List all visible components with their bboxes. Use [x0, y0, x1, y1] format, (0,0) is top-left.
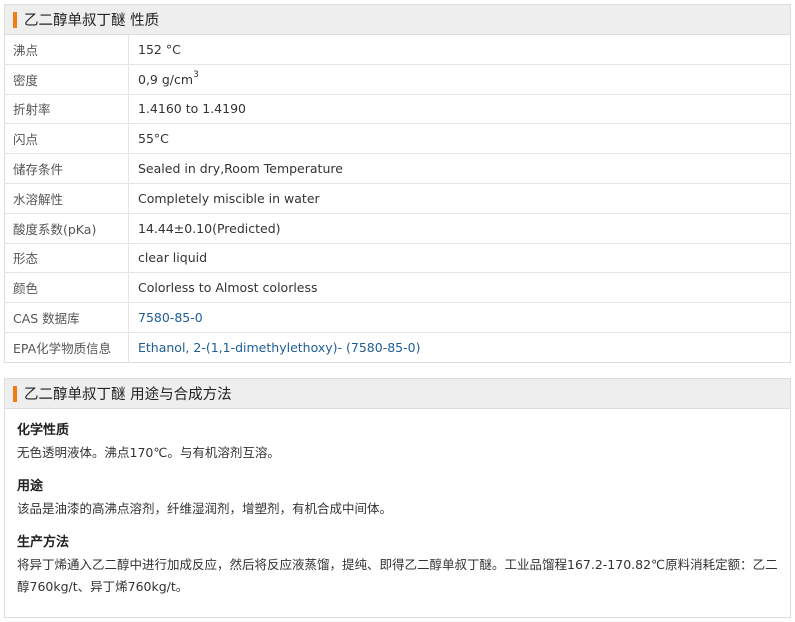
property-label: 颜色 — [5, 273, 129, 303]
block-heading: 用途 — [17, 479, 44, 494]
property-value: 55°C — [138, 131, 169, 147]
content-block: 化学性质 无色透明液体。沸点170℃。与有机溶剂互溶。 — [17, 422, 778, 464]
density-exponent: 3 — [193, 70, 199, 81]
table-row: 酸度系数(pKa) 14.44±0.10(Predicted) — [5, 213, 790, 244]
properties-title: 乙二醇单叔丁醚 性质 — [24, 13, 160, 29]
property-label: CAS 数据库 — [5, 303, 129, 332]
block-heading: 生产方法 — [17, 535, 70, 550]
table-row: 闪点 55°C — [5, 124, 790, 155]
table-row: EPA化学物质信息 Ethanol, 2-(1,1-dimethylethoxy… — [5, 332, 790, 363]
usage-title: 乙二醇单叔丁醚 用途与合成方法 — [24, 387, 232, 403]
usage-section: 乙二醇单叔丁醚 用途与合成方法 化学性质 无色透明液体。沸点170℃。与有机溶剂… — [4, 378, 791, 618]
property-value: Colorless to Almost colorless — [138, 280, 318, 296]
property-label: 酸度系数(pKa) — [5, 213, 129, 243]
properties-section: 乙二醇单叔丁醚 性质 沸点 152 °C 密度 0,9 g/cm 3 折射率 1.… — [4, 4, 791, 363]
table-row: 储存条件 Sealed in dry,Room Temperature — [5, 154, 790, 184]
cas-database-link[interactable]: 7580-85-0 — [129, 303, 790, 332]
content-block: 用途 该品是油漆的高沸点溶剂，纤维湿润剂，增塑剂，有机合成中间体。 — [17, 478, 778, 520]
block-text: 将异丁烯通入乙二醇中进行加成反应，然后将反应液蒸馏，提纯、即得乙二醇单叔丁醚。工… — [17, 557, 778, 594]
property-label: EPA化学物质信息 — [5, 332, 129, 363]
property-label: 闪点 — [5, 124, 129, 154]
usage-header: 乙二醇单叔丁醚 用途与合成方法 — [5, 379, 790, 409]
density-value: 0,9 g/cm — [138, 71, 194, 87]
property-value: 152 °C — [138, 41, 181, 57]
property-label: 水溶解性 — [5, 183, 129, 213]
property-label: 折射率 — [5, 94, 129, 124]
properties-header: 乙二醇单叔丁醚 性质 — [5, 5, 790, 35]
block-heading: 化学性质 — [17, 423, 70, 438]
property-value: clear liquid — [138, 250, 208, 266]
epa-info-link[interactable]: Ethanol, 2-(1,1-dimethylethoxy)- (7580-8… — [129, 333, 790, 363]
property-label: 储存条件 — [5, 154, 129, 183]
property-value: 1.4160 to 1.4190 — [138, 101, 246, 117]
accent-bar — [13, 385, 17, 402]
property-label: 形态 — [5, 243, 129, 273]
property-value: Completely miscible in water — [138, 190, 320, 206]
block-text: 该品是油漆的高沸点溶剂，纤维湿润剂，增塑剂，有机合成中间体。 — [17, 501, 393, 516]
table-row: 折射率 1.4160 to 1.4190 — [5, 94, 790, 125]
table-row: 形态 clear liquid — [5, 243, 790, 274]
block-text: 无色透明液体。沸点170℃。与有机溶剂互溶。 — [17, 445, 280, 460]
table-row: 颜色 Colorless to Almost colorless — [5, 273, 790, 304]
content-block: 生产方法 将异丁烯通入乙二醇中进行加成反应，然后将反应液蒸馏，提纯、即得乙二醇单… — [17, 534, 778, 598]
properties-table: 沸点 152 °C 密度 0,9 g/cm 3 折射率 1.4160 to 1.4… — [5, 35, 790, 363]
accent-bar — [13, 11, 17, 28]
table-row: 沸点 152 °C — [5, 35, 790, 65]
table-row: CAS 数据库 7580-85-0 — [5, 303, 790, 333]
property-value: 0,9 g/cm 3 — [129, 65, 790, 94]
table-row: 水溶解性 Completely miscible in water — [5, 183, 790, 214]
usage-content: 化学性质 无色透明液体。沸点170℃。与有机溶剂互溶。 用途 该品是油漆的高沸点… — [5, 409, 790, 598]
property-value: Sealed in dry,Room Temperature — [138, 161, 343, 177]
property-label: 沸点 — [5, 35, 129, 64]
table-row: 密度 0,9 g/cm 3 — [5, 64, 790, 95]
property-label: 密度 — [5, 64, 129, 94]
property-value: 14.44±0.10(Predicted) — [138, 220, 281, 236]
